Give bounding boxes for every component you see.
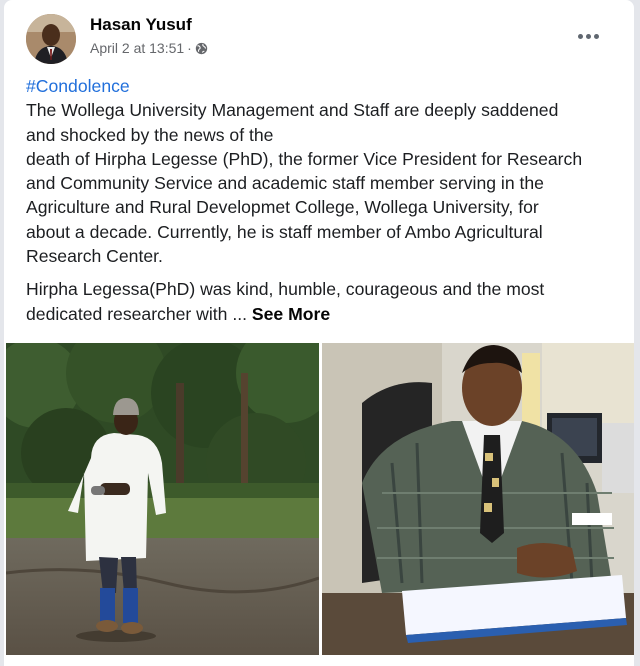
post-text: #Condolence The Wollega University Manag… [26, 74, 626, 326]
photo-office[interactable] [322, 343, 634, 655]
post-line: about a decade. Currently, he is staff m… [26, 221, 543, 242]
post-footer-strip [4, 655, 634, 666]
photo-outdoor-image [6, 343, 319, 655]
post-line: and Community Service and academic staff… [26, 173, 544, 194]
post-line: Hirpha Legessa(PhD) was kind, humble, co… [26, 279, 545, 300]
post-timestamp[interactable]: April 2 at 13:51 [90, 40, 184, 56]
post-line: Research Center. [26, 246, 163, 267]
photo-office-image [322, 343, 634, 655]
post-line: The Wollega University Management and St… [26, 100, 559, 121]
hashtag-link[interactable]: #Condolence [26, 76, 130, 96]
photo-outdoor[interactable] [6, 343, 319, 655]
post-line: Agriculture and Rural Developmet College… [26, 197, 539, 218]
see-more-link[interactable]: See More [252, 304, 330, 324]
post-line-last: dedicated researcher with ... See More [26, 302, 626, 326]
author-name[interactable]: Hasan Yusuf [90, 15, 192, 35]
post-header: Hasan Yusuf April 2 at 13:51 · [4, 0, 634, 70]
post-line: death of Hirpha Legesse (PhD), the forme… [26, 148, 583, 169]
more-options-icon[interactable] [570, 22, 606, 50]
post-line: and shocked by the news of the [26, 124, 274, 145]
meta-separator: · [187, 40, 192, 56]
post-meta: April 2 at 13:51 · [90, 40, 208, 56]
post-card: Hasan Yusuf April 2 at 13:51 · #Condolen… [4, 0, 634, 666]
author-avatar[interactable] [26, 14, 76, 64]
globe-icon[interactable] [195, 42, 208, 55]
post-line-text: dedicated researcher with ... [26, 303, 252, 324]
avatar-image [26, 14, 76, 64]
